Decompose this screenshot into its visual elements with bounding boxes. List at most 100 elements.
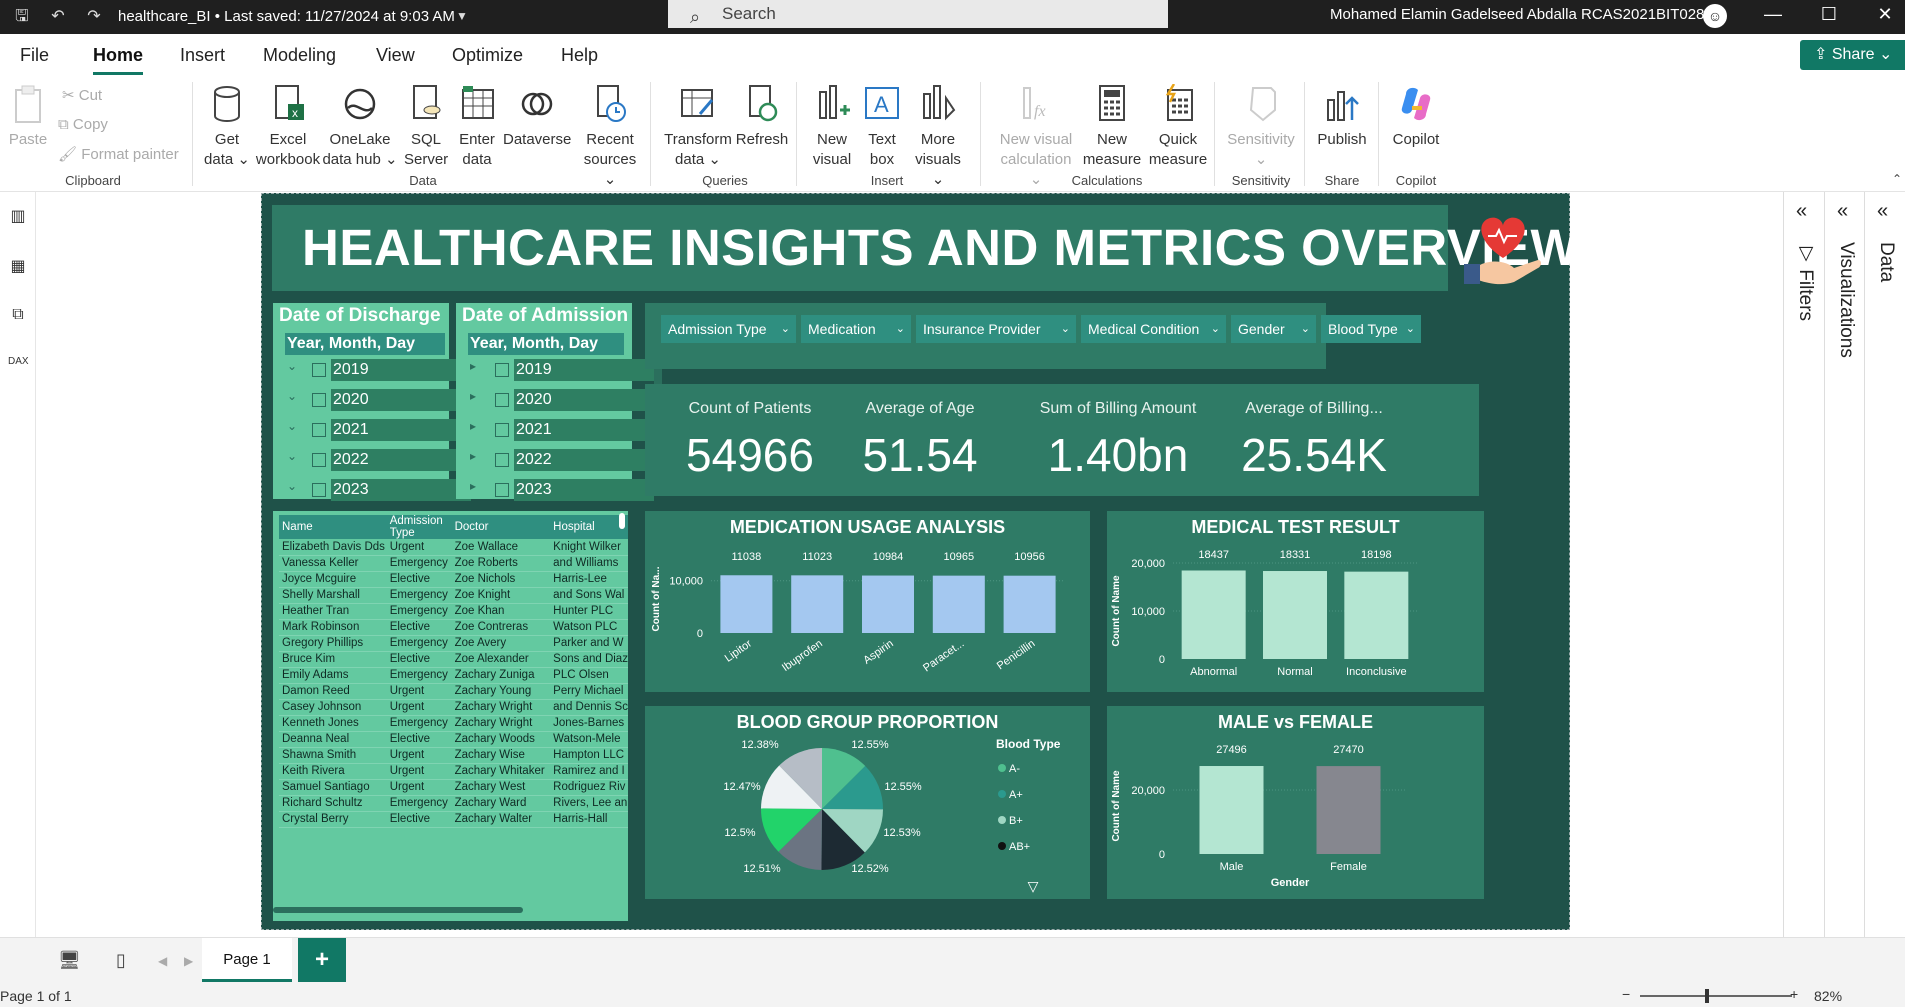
admission-type-dropdown[interactable]: Admission Type ⌄ [661,315,796,343]
share-button[interactable]: ⇪ Share ⌄ [1800,40,1905,70]
save-icon[interactable]: 🖫 [12,7,32,27]
bar-aspirin[interactable] [862,575,914,633]
quick-measure-button[interactable]: Quick measure [1146,83,1210,170]
bar-penicillin[interactable] [1003,575,1056,633]
bar-ibuprofen[interactable] [791,575,844,633]
column-header[interactable]: Admission Type [386,515,452,539]
table-view-icon[interactable]: ▦ [8,256,28,276]
medical-condition-dropdown[interactable]: Medical Condition ⌄ [1081,315,1226,343]
tab-view[interactable]: View [376,45,415,66]
vertical-scrollbar[interactable] [619,513,625,529]
bar-abnormal[interactable] [1181,570,1246,659]
table-row[interactable]: Mark Robinson Elective Zoe Contreras Watson… [279,619,628,636]
gender-dropdown[interactable]: Gender ⌄ [1231,315,1316,343]
more-visuals-button[interactable]: More visuals ⌄ [910,84,966,190]
dataverse-button[interactable]: Dataverse [503,84,571,150]
chevron-right-icon[interactable]: ▸ [470,479,476,493]
enter-data-button[interactable]: Enter data [455,84,499,170]
collapse-ribbon-icon[interactable]: ⌃ [1892,172,1902,186]
sql-server-button[interactable]: SQL Server [404,84,448,170]
table-row[interactable]: Emily Adams Emergency Zachary Zuniga PLC Ol… [279,667,628,684]
slicer-item-2022[interactable]: ▸ 2022 [468,449,654,471]
chevron-right-icon[interactable]: ▸ [470,449,476,463]
get-data-button[interactable]: Get data ⌄ [203,84,251,170]
next-page-icon[interactable]: ▶ [184,954,193,968]
desktop-layout-icon[interactable]: 🖥 [58,950,81,971]
tab-insert[interactable]: Insert [180,45,225,66]
checkbox[interactable] [495,393,509,407]
slicer-item-2019[interactable]: ▸ 2019 [468,359,654,381]
blood-type-dropdown[interactable]: Blood Type ⌄ [1321,315,1421,343]
checkbox[interactable] [495,423,509,437]
table-row[interactable]: Crystal Berry Elective Zachary Walter Harri… [279,811,628,828]
maximize-icon[interactable]: ☐ [1814,4,1844,25]
refresh-button[interactable]: Refresh [734,84,790,150]
collapse-filters-icon[interactable]: « [1796,200,1807,223]
chevron-right-icon[interactable]: ▸ [470,389,476,403]
filters-pane[interactable]: « ▽ Filters [1783,192,1824,937]
chevron-down-icon[interactable]: ⌄ [287,419,297,433]
table-row[interactable]: Shelly Marshall Emergency Zoe Knight and So… [279,587,628,604]
search-box[interactable]: ⌕ Search [668,0,1168,28]
visualizations-pane[interactable]: « Visualizations [1824,192,1864,937]
checkbox[interactable] [312,393,326,407]
table-row[interactable]: Vanessa Keller Emergency Zoe Roberts and Wi… [279,555,628,572]
slicer-item-2020[interactable]: ⌄ 2020 [285,389,471,411]
bar-lipitor[interactable] [720,575,773,633]
text-box-button[interactable]: A Text box [860,84,904,170]
checkbox[interactable] [312,363,326,377]
report-view-icon[interactable]: ▥ [8,206,28,226]
checkbox[interactable] [495,363,509,377]
slicer-item-2022[interactable]: ⌄ 2022 [285,449,471,471]
table-row[interactable]: Kenneth Jones Emergency Zachary Wright Jone… [279,715,628,732]
mobile-layout-icon[interactable]: ▯ [116,950,126,971]
chevron-down-icon[interactable]: ⌄ [287,479,297,493]
checkbox[interactable] [312,483,326,497]
zoom-out-icon[interactable]: − [1622,986,1630,1002]
chevron-down-icon[interactable]: ⌄ [287,389,297,403]
tab-home[interactable]: Home [93,45,144,75]
table-row[interactable]: Bruce Kim Elective Zoe Alexander Sons and D… [279,651,628,668]
legend-scroll-icon[interactable]: ▽ [1028,878,1039,894]
model-view-icon[interactable]: ⧉ [8,306,28,326]
tab-modeling[interactable]: Modeling [263,45,336,66]
chevron-right-icon[interactable]: ▸ [470,419,476,433]
table-row[interactable]: Joyce Mcguire Elective Zoe Nichols Harris-L… [279,571,628,588]
bar-inconclusive[interactable] [1344,571,1409,659]
bar-paracet[interactable] [932,575,985,633]
column-header[interactable]: Name [279,515,387,539]
tab-file[interactable]: File [20,45,49,66]
zoom-slider-thumb[interactable] [1705,989,1709,1003]
checkbox[interactable] [495,453,509,467]
add-page-button[interactable]: + [298,938,346,982]
horizontal-scrollbar[interactable] [273,907,523,913]
table-row[interactable]: Elizabeth Davis Dds Urgent Zoe Wallace Knig… [279,539,628,556]
slicer-item-2021[interactable]: ⌄ 2021 [285,419,471,441]
table-row[interactable]: Shawna Smith Urgent Zachary Wise Hampton LL… [279,747,628,764]
collapse-visualizations-icon[interactable]: « [1837,200,1848,223]
prev-page-icon[interactable]: ◀ [158,954,167,968]
checkbox[interactable] [312,423,326,437]
table-row[interactable]: Casey Johnson Urgent Zachary Wright and Den… [279,699,628,716]
bar-male[interactable] [1199,766,1264,854]
medication-dropdown[interactable]: Medication ⌄ [801,315,911,343]
avatar[interactable]: ☺ [1703,4,1727,28]
chevron-right-icon[interactable]: ▸ [470,359,476,373]
dax-query-view-icon[interactable]: DAX [8,356,29,376]
slicer-item-2023[interactable]: ⌄ 2023 [285,479,471,501]
recent-sources-button[interactable]: Recent sources ⌄ [580,84,640,190]
tab-optimize[interactable]: Optimize [452,45,523,66]
slicer-item-2019[interactable]: ⌄ 2019 [285,359,471,381]
tab-page-1[interactable]: Page 1 [202,938,292,982]
chevron-down-icon[interactable]: ⌄ [287,359,297,373]
column-header[interactable]: Hospital [550,515,628,539]
excel-workbook-button[interactable]: x Excel workbook [254,84,322,170]
close-icon[interactable]: ✕ [1870,4,1900,25]
chevron-down-icon[interactable]: ⌄ [287,449,297,463]
cut-button[interactable]: ✂ Cut [62,86,102,104]
checkbox[interactable] [312,453,326,467]
paste-button[interactable]: Paste [8,84,48,150]
zoom-in-icon[interactable]: + [1790,986,1798,1002]
checkbox[interactable] [495,483,509,497]
table-row[interactable]: Samuel Santiago Urgent Zachary West Rodrigu… [279,779,628,796]
